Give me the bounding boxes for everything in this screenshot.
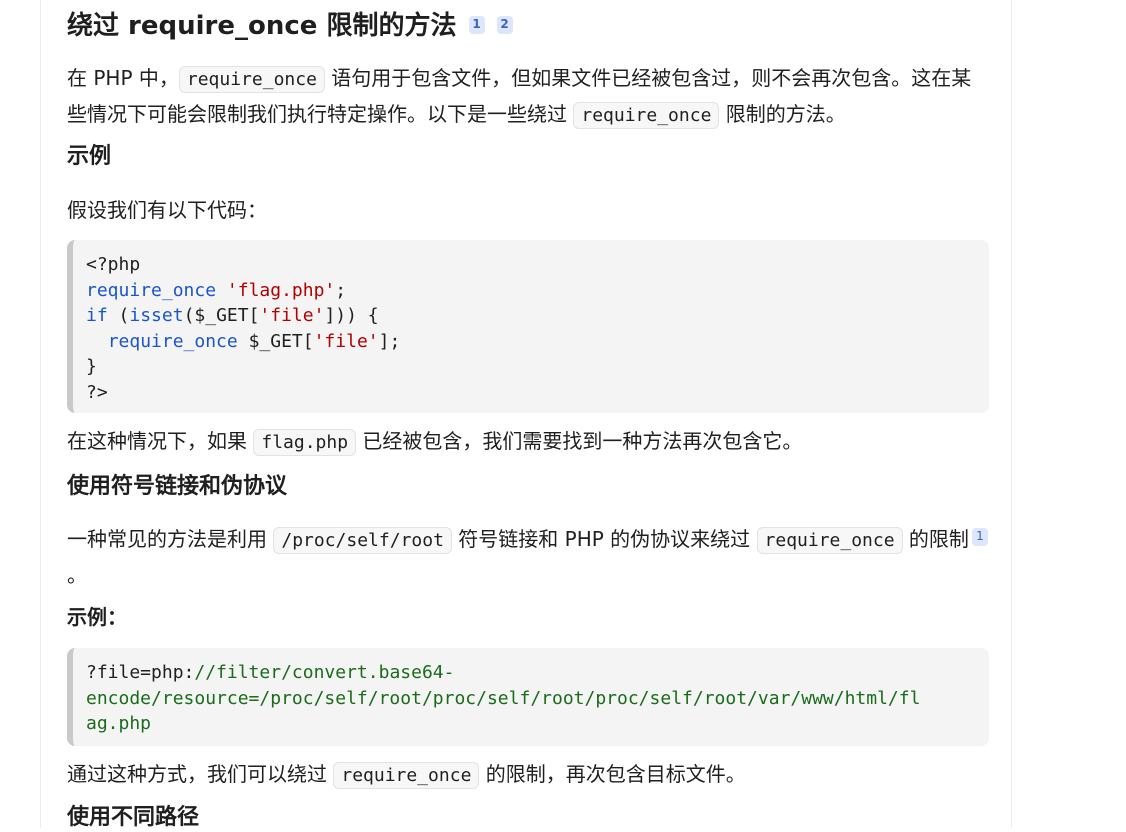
code-line: encode/resource=/proc/self/root/proc/sel… xyxy=(86,687,921,709)
text-fragment: 。 xyxy=(67,563,87,587)
text-fragment: 通过这种方式，我们可以绕过 xyxy=(67,762,334,786)
inline-code: require_once xyxy=(756,527,903,554)
citation-badge-2[interactable]: 2 xyxy=(496,16,513,34)
inline-code: require_once xyxy=(573,102,720,129)
section-heading-example: 示例 xyxy=(67,144,112,169)
section-heading-symlink: 使用符号链接和伪协议 xyxy=(67,474,288,499)
intro-text-c: 限制的方法。 xyxy=(719,102,846,126)
code-line: if (isset($_GET['file'])) { xyxy=(86,305,379,326)
text-fragment: 一种常见的方法是利用 xyxy=(67,527,274,551)
page-title: 绕过 require_once 限制的方法 1 2 xyxy=(67,10,513,42)
code-line: require_once 'flag.php'; xyxy=(86,279,347,301)
inline-code: require_once xyxy=(178,66,325,93)
answer-card: 绕过 require_once 限制的方法 1 2 在 PHP 中， requir… xyxy=(40,0,1012,830)
inline-code: require_once xyxy=(333,762,480,789)
code-line: ag.php xyxy=(86,713,152,734)
text-fragment: 已经被包含，我们需要找到一种方法再次包含它。 xyxy=(356,429,803,453)
code-block-php: <?php require_once 'flag.php'; if (isset… xyxy=(67,240,989,413)
code-line: } xyxy=(86,356,97,377)
symlink-paragraph: 一种常见的方法是利用 /proc/self/root 符号链接和 PHP 的伪协… xyxy=(67,522,989,592)
inline-code: flag.php xyxy=(253,429,357,456)
text-fragment: 符号链接和 PHP 的伪协议来绕过 xyxy=(451,527,757,551)
intro-text-a: 在 PHP 中， xyxy=(67,66,179,90)
text-fragment: 的限制，再次包含目标文件。 xyxy=(479,762,746,786)
citation-badge-1[interactable]: 1 xyxy=(971,528,988,546)
example-intro: 假设我们有以下代码： xyxy=(67,198,267,222)
text-fragment: 在这种情况下，如果 xyxy=(67,429,254,453)
code-line: <?php xyxy=(86,254,141,275)
code-line: ?file=php://filter/convert.base64- xyxy=(86,662,455,683)
inline-code: /proc/self/root xyxy=(273,527,452,554)
page-title-text: 绕过 require_once 限制的方法 xyxy=(67,11,457,41)
after-code2-paragraph: 通过这种方式，我们可以绕过 require_once 的限制，再次包含目标文件。 xyxy=(67,757,989,793)
after-code-paragraph: 在这种情况下，如果 flag.php 已经被包含，我们需要找到一种方法再次包含它… xyxy=(67,424,989,460)
example2-heading: 示例： xyxy=(67,605,127,629)
section-heading-different-path: 使用不同路径 xyxy=(67,805,200,830)
intro-paragraph: 在 PHP 中， require_once 语句用于包含文件，但如果文件已经被包含… xyxy=(67,61,989,133)
code-line: ?> xyxy=(86,381,108,403)
code-block-payload: ?file=php://filter/convert.base64- encod… xyxy=(67,648,989,746)
code-line: require_once $_GET['file']; xyxy=(107,330,401,352)
citation-badge-1[interactable]: 1 xyxy=(468,16,485,34)
text-fragment: 的限制 xyxy=(902,527,969,551)
